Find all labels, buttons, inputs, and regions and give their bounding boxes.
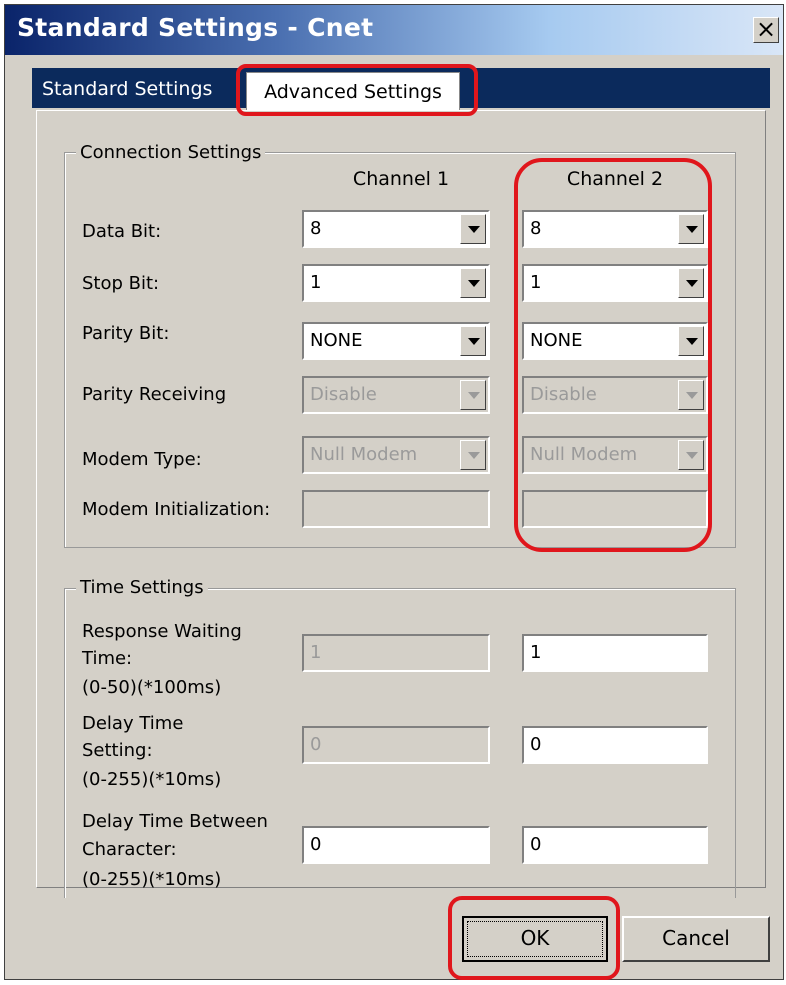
ch2-data-bit-select[interactable]: 8 (522, 210, 708, 248)
ch1-delay-between-input[interactable]: 0 (302, 826, 490, 864)
connection-settings-legend: Connection Settings (76, 142, 266, 163)
ch1-data-bit-select[interactable]: 8 (302, 210, 490, 248)
ch2-parity-bit-value: NONE (530, 330, 583, 351)
tab-advanced-settings[interactable]: Advanced Settings (246, 72, 460, 112)
ch1-parity-receiving-select: Disable (302, 376, 490, 414)
response-waiting-range: (0-50)(*100ms) (82, 677, 222, 698)
ch1-delay-time-input: 0 (302, 726, 490, 764)
delay-time-range: (0-255)(*10ms) (82, 769, 222, 790)
modem-type-label: Modem Type: (82, 449, 202, 470)
channel-1-header: Channel 1 (352, 168, 450, 190)
stop-bit-label: Stop Bit: (82, 273, 160, 294)
ch1-data-bit-value: 8 (310, 218, 322, 239)
cancel-button[interactable]: Cancel (622, 916, 770, 962)
chevron-down-icon[interactable] (678, 326, 704, 356)
data-bit-label: Data Bit: (82, 221, 162, 242)
ch2-modem-type-value: Null Modem (530, 444, 638, 465)
chevron-down-icon[interactable] (460, 214, 486, 244)
ch2-parity-receiving-select: Disable (522, 376, 708, 414)
ch1-modem-type-value: Null Modem (310, 444, 418, 465)
ch2-parity-bit-select[interactable]: NONE (522, 322, 708, 360)
title-bar[interactable]: Standard Settings - Cnet × (5, 5, 783, 55)
ch1-response-waiting-input: 1 (302, 634, 490, 672)
parity-bit-label: Parity Bit: (82, 323, 170, 344)
tab-standard-settings[interactable]: Standard Settings (42, 78, 212, 100)
ch1-parity-bit-value: NONE (310, 330, 363, 351)
response-waiting-label-line1: Response Waiting (82, 621, 242, 642)
ch2-stop-bit-value: 1 (530, 272, 542, 293)
chevron-down-icon (460, 440, 486, 470)
ch1-modem-type-select: Null Modem (302, 436, 490, 474)
delay-between-label-line1: Delay Time Between (82, 811, 268, 832)
response-waiting-label-line2: Time: (82, 648, 133, 669)
chevron-down-icon (678, 440, 704, 470)
delay-time-label-line2: Setting: (82, 740, 153, 761)
delay-between-range: (0-255)(*10ms) (82, 869, 222, 890)
ch2-modem-initialization-field (522, 490, 708, 528)
close-button[interactable]: × (753, 17, 779, 43)
ch1-modem-initialization-field (302, 490, 490, 528)
chevron-down-icon[interactable] (678, 268, 704, 298)
window-title: Standard Settings - Cnet (17, 13, 374, 42)
ch2-data-bit-value: 8 (530, 218, 542, 239)
ch2-response-waiting-input[interactable]: 1 (522, 634, 708, 672)
chevron-down-icon[interactable] (678, 214, 704, 244)
chevron-down-icon (678, 380, 704, 410)
ch1-stop-bit-select[interactable]: 1 (302, 264, 490, 302)
ch1-parity-receiving-value: Disable (310, 384, 377, 405)
chevron-down-icon[interactable] (460, 326, 486, 356)
delay-between-label-line2: Character: (82, 839, 177, 860)
ch2-stop-bit-select[interactable]: 1 (522, 264, 708, 302)
chevron-down-icon[interactable] (460, 268, 486, 298)
channel-2-header: Channel 2 (566, 168, 664, 190)
ok-button[interactable]: OK (462, 916, 608, 962)
modem-initialization-label: Modem Initialization: (82, 499, 271, 520)
ch2-delay-between-input[interactable]: 0 (522, 826, 708, 864)
time-settings-legend: Time Settings (76, 577, 208, 598)
ch2-delay-time-input[interactable]: 0 (522, 726, 708, 764)
ch2-modem-type-select: Null Modem (522, 436, 708, 474)
chevron-down-icon (460, 380, 486, 410)
ch1-parity-bit-select[interactable]: NONE (302, 322, 490, 360)
ch1-stop-bit-value: 1 (310, 272, 322, 293)
parity-receiving-label: Parity Receiving (82, 384, 227, 405)
delay-time-label-line1: Delay Time (82, 713, 184, 734)
ch2-parity-receiving-value: Disable (530, 384, 597, 405)
